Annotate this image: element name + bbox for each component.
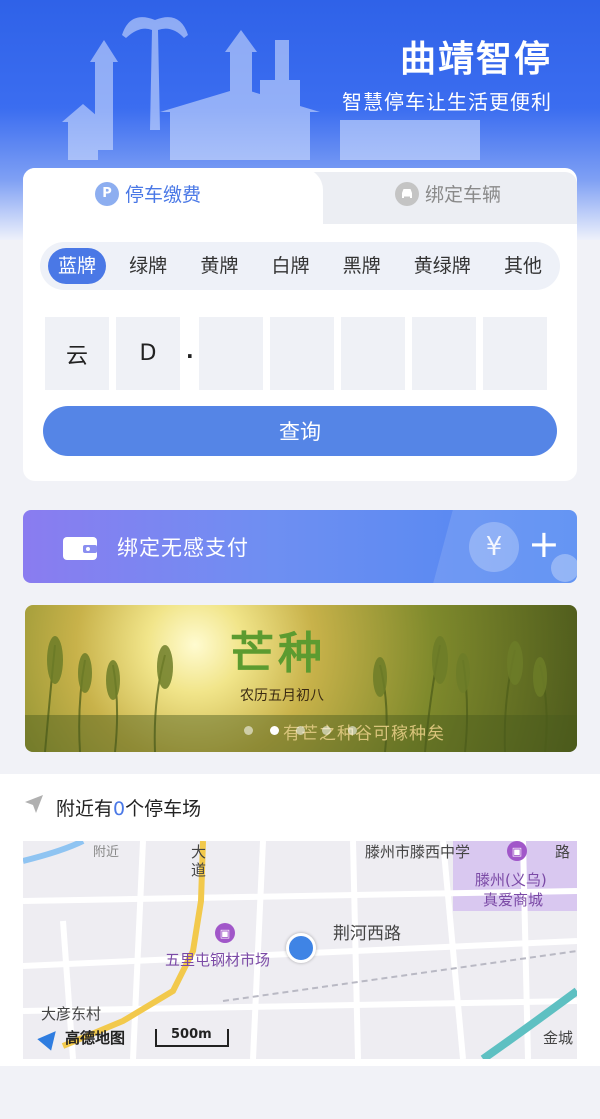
- plate-char-5[interactable]: [341, 317, 405, 390]
- parking-icon: P: [95, 181, 119, 206]
- wallet-icon: [63, 537, 97, 560]
- carousel-dot[interactable]: [322, 726, 331, 735]
- location-arrow-icon: [25, 795, 43, 813]
- banner-title: 芒种: [230, 628, 326, 679]
- tab-parking-payment[interactable]: P 停车缴费: [95, 180, 201, 207]
- plate-char-3[interactable]: [199, 317, 263, 390]
- nearby-parking-section: 附近有0个停车场 附近 大 道 滕州市滕西中学 ▣ 路 滕州(义乌) 真爱商城 …: [0, 774, 600, 1066]
- carousel-dot-active[interactable]: [270, 726, 279, 735]
- plate-char-7[interactable]: [483, 317, 547, 390]
- promo-banner-carousel[interactable]: 芒种 农历五月初八 有芒之种谷可稼种矣: [25, 605, 577, 752]
- map-label-school: 滕州市滕西中学: [365, 843, 471, 861]
- car-icon: [395, 181, 419, 206]
- parking-payment-card: P 停车缴费 绑定车辆 蓝牌 绿牌 黄牌 白牌 黑牌 黄绿牌 其他 云 D · …: [23, 168, 577, 481]
- nearby-count-value: 0: [113, 798, 126, 820]
- map-label-mall-2: 真爱商城: [483, 891, 544, 909]
- plate-type-blue[interactable]: 蓝牌: [48, 248, 107, 284]
- app-subtitle: 智慧停车让生活更便利: [342, 90, 552, 114]
- mall-poi-icon[interactable]: ▣: [507, 841, 527, 861]
- map-label-avenue: 大 道: [191, 843, 207, 879]
- plate-type-yellow[interactable]: 黄牌: [190, 248, 248, 284]
- yen-icon: ¥: [469, 522, 519, 572]
- tab-bind-vehicle-label: 绑定车辆: [425, 184, 502, 206]
- nearby-parking-count: 附近有0个停车场: [56, 794, 201, 821]
- plate-char-6[interactable]: [412, 317, 476, 390]
- plate-type-green[interactable]: 绿牌: [119, 248, 177, 284]
- carousel-dot[interactable]: [296, 726, 305, 735]
- map-label-top: 附近: [93, 845, 120, 860]
- plate-type-other[interactable]: 其他: [494, 248, 552, 284]
- map-label-road: 路: [555, 843, 571, 861]
- map-view[interactable]: 附近 大 道 滕州市滕西中学 ▣ 路 滕州(义乌) 真爱商城 荆河西路 ▣ 五里…: [23, 841, 577, 1059]
- plate-char-province[interactable]: 云: [45, 317, 109, 390]
- city-skyline-illustration: [62, 17, 480, 160]
- tab-parking-payment-label: 停车缴费: [125, 184, 202, 206]
- plate-number-input: 云 D ·: [45, 317, 549, 390]
- carousel-dot[interactable]: [348, 726, 357, 735]
- plate-separator: ·: [186, 344, 194, 368]
- current-location-marker[interactable]: [286, 933, 316, 963]
- map-scale-label: 500m: [171, 1027, 212, 1042]
- decorative-circle: [551, 554, 577, 582]
- amap-logo: 高德地图: [37, 1024, 126, 1051]
- amap-logo-text: 高德地图: [65, 1029, 126, 1047]
- plate-type-black[interactable]: 黑牌: [333, 248, 391, 284]
- banner-date: 农历五月初八: [240, 688, 324, 704]
- map-label-village: 大彦东村: [41, 1005, 102, 1023]
- map-label-mall-1: 滕州(义乌): [475, 871, 547, 889]
- carousel-indicator: [244, 726, 357, 735]
- plate-type-white[interactable]: 白牌: [261, 248, 319, 284]
- query-button[interactable]: 查询: [43, 406, 557, 456]
- nearby-prefix: 附近有: [56, 798, 114, 820]
- app-title: 曲靖智停: [399, 39, 552, 80]
- tab-bar: P 停车缴费 绑定车辆: [23, 168, 577, 224]
- carousel-dot[interactable]: [244, 726, 253, 735]
- map-label-market: 五里屯钢材市场: [165, 951, 271, 969]
- plate-char-4[interactable]: [270, 317, 334, 390]
- plate-type-yellow-green[interactable]: 黄绿牌: [404, 248, 481, 284]
- map-label-jincheng: 金城: [543, 1029, 574, 1047]
- bind-auto-pay-label: 绑定无感支付: [117, 536, 249, 560]
- bind-auto-pay-button[interactable]: 绑定无感支付 ¥ +: [23, 510, 577, 583]
- plate-char-letter[interactable]: D: [116, 317, 180, 390]
- amap-arrow-icon: [37, 1024, 63, 1051]
- map-label-street: 荆河西路: [333, 924, 401, 944]
- tab-bind-vehicle[interactable]: 绑定车辆: [395, 180, 501, 207]
- nearby-suffix: 个停车场: [125, 798, 202, 820]
- market-poi-icon[interactable]: ▣: [215, 923, 235, 943]
- plate-type-selector: 蓝牌 绿牌 黄牌 白牌 黑牌 黄绿牌 其他: [40, 242, 560, 290]
